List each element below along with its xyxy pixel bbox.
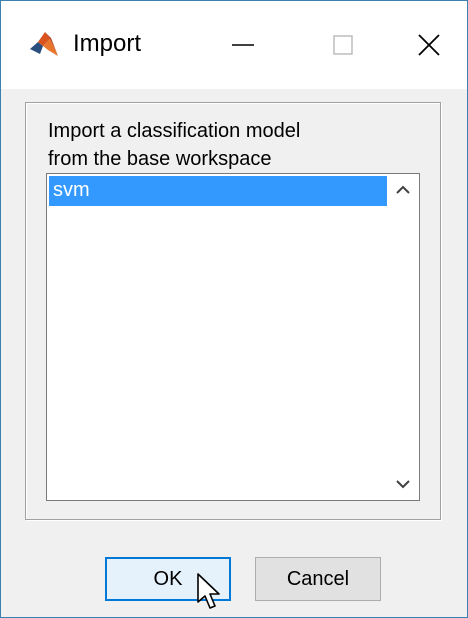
import-panel: Import a classification model from the b…: [25, 102, 441, 520]
maximize-icon: [333, 35, 353, 55]
matlab-logo-icon: [29, 29, 59, 59]
close-icon: [418, 34, 440, 56]
list-item-svm[interactable]: svm: [49, 176, 387, 206]
import-dialog: Import Import a classification model fro…: [0, 0, 468, 618]
scroll-up-button[interactable]: [387, 174, 419, 206]
minimize-button[interactable]: [213, 21, 273, 69]
minimize-icon: [232, 44, 254, 46]
close-button[interactable]: [399, 21, 459, 69]
maximize-button[interactable]: [313, 21, 373, 69]
vertical-scrollbar[interactable]: [387, 174, 419, 500]
window-title: Import: [73, 30, 142, 57]
title-bar[interactable]: Import: [1, 1, 467, 89]
instruction-line-1: Import a classification model: [48, 120, 301, 142]
instruction-line-2: from the base workspace: [48, 148, 272, 170]
mouse-pointer-icon: [196, 572, 222, 612]
cancel-button[interactable]: Cancel: [255, 557, 381, 601]
instruction-text: Import a classification model from the b…: [48, 117, 408, 173]
chevron-up-icon: [396, 185, 410, 194]
model-listbox[interactable]: svm: [46, 173, 420, 501]
chevron-down-icon: [396, 480, 410, 489]
scroll-down-button[interactable]: [387, 468, 419, 500]
